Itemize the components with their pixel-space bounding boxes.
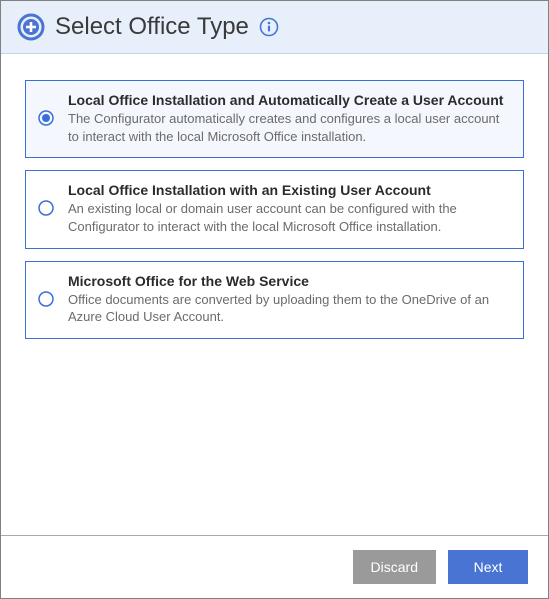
option-text: Local Office Installation with an Existi… [68, 181, 509, 235]
plus-circle-icon [17, 13, 45, 41]
option-office-web-service[interactable]: Microsoft Office for the Web Service Off… [25, 261, 524, 339]
dialog-footer: Discard Next [1, 535, 548, 598]
option-desc: Office documents are converted by upload… [68, 291, 509, 326]
dialog-header: Select Office Type [1, 1, 548, 54]
radio-icon [38, 110, 54, 126]
option-desc: An existing local or domain user account… [68, 200, 509, 235]
option-title: Local Office Installation with an Existi… [68, 181, 509, 199]
radio-icon [38, 200, 54, 216]
option-title: Microsoft Office for the Web Service [68, 272, 509, 290]
dialog-title: Select Office Type [55, 13, 249, 41]
option-text: Microsoft Office for the Web Service Off… [68, 272, 509, 326]
option-desc: The Configurator automatically creates a… [68, 110, 509, 145]
option-title: Local Office Installation and Automatica… [68, 91, 509, 109]
options-container: Local Office Installation and Automatica… [1, 54, 548, 535]
option-local-existing-user[interactable]: Local Office Installation with an Existi… [25, 170, 524, 248]
dialog-window: Select Office Type Local Office Installa… [0, 0, 549, 599]
radio-icon [38, 291, 54, 307]
next-button[interactable]: Next [448, 550, 528, 584]
option-text: Local Office Installation and Automatica… [68, 91, 509, 145]
info-icon[interactable] [259, 17, 279, 37]
option-local-auto-create[interactable]: Local Office Installation and Automatica… [25, 80, 524, 158]
discard-button[interactable]: Discard [353, 550, 436, 584]
